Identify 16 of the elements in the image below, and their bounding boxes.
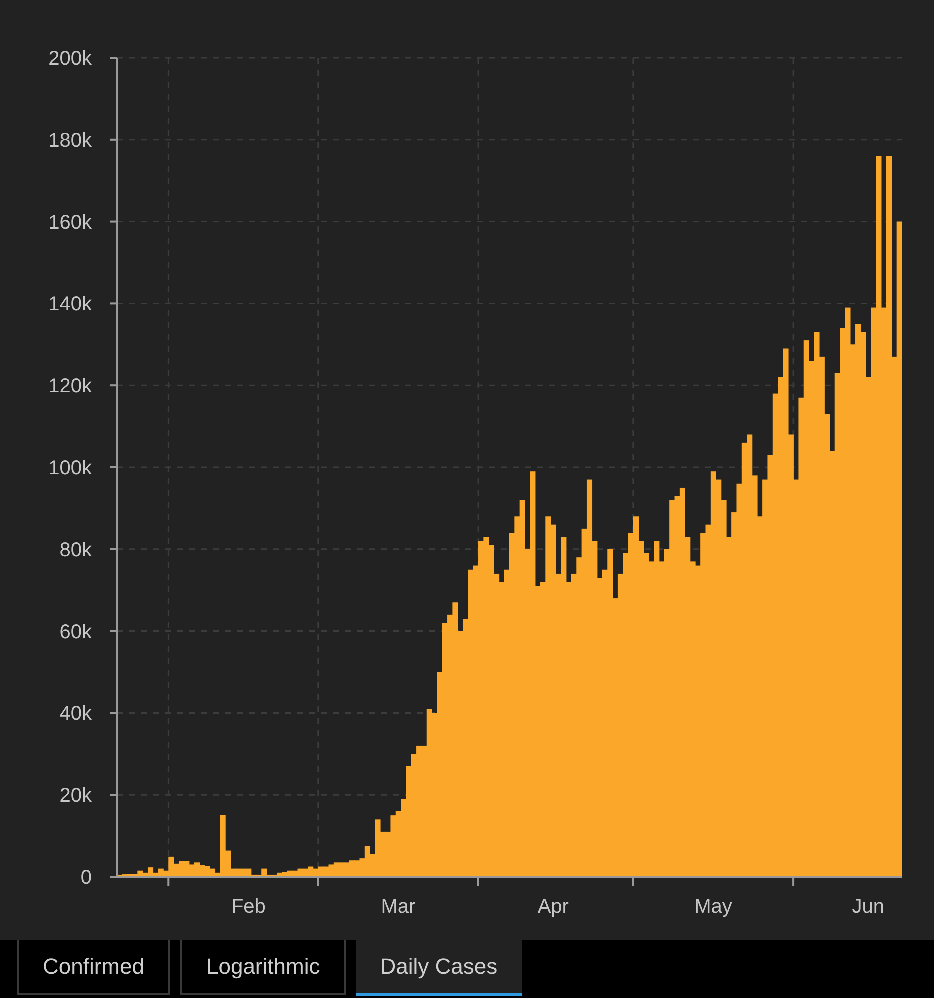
y-axis-label: 120k (48, 376, 92, 398)
x-axis-label: May (694, 896, 732, 918)
y-axis-label: 0 (80, 867, 92, 889)
y-axis-label: 100k (48, 458, 92, 480)
y-axis-label: 140k (48, 294, 92, 316)
y-axis-label: 160k (48, 212, 92, 234)
x-axis-label: Jun (852, 896, 885, 918)
y-axis-label: 200k (48, 48, 92, 70)
x-axis-label: Apr (538, 896, 569, 918)
y-axis-label: 80k (60, 539, 92, 562)
y-axis-label: 40k (60, 703, 92, 726)
y-axis-label: 180k (48, 130, 92, 152)
x-axis-label: Mar (381, 896, 416, 918)
y-axis-label: 20k (60, 785, 92, 808)
x-axis-label: Feb (231, 896, 266, 918)
y-axis-label: 60k (60, 621, 92, 644)
